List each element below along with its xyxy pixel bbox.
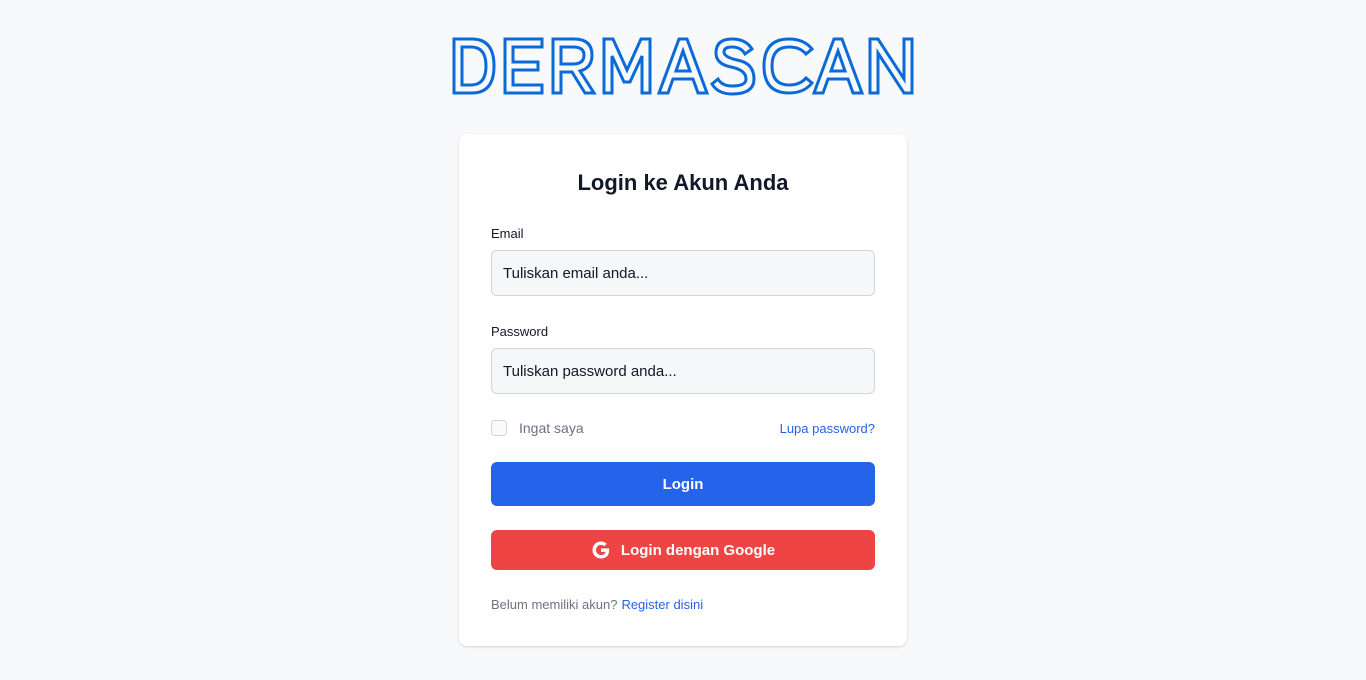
brand-logo: DERMASCAN [452,36,914,96]
login-title: Login ke Akun Anda [577,170,789,195]
password-label: Password [491,324,549,339]
password-input[interactable] [491,348,875,394]
login-card: Login ke Akun Anda Email Password Ingat … [459,134,907,646]
google-icon [591,540,611,560]
register-row: Belum memiliki akun? Register disini [491,597,703,612]
email-input[interactable] [491,250,875,296]
google-login-button[interactable]: Login dengan Google [491,530,875,570]
google-login-label: Login dengan Google [620,541,776,559]
register-link[interactable]: Register disini [621,597,703,612]
login-button-label: Login [662,475,704,493]
remember-me-checkbox[interactable] [491,420,507,436]
forgot-password-link[interactable]: Lupa password? [780,421,875,436]
remember-me: Ingat saya [491,420,584,436]
register-prompt: Belum memiliki akun? [491,597,618,612]
email-label: Email [491,226,524,241]
remember-me-label[interactable]: Ingat saya [519,420,584,436]
login-button[interactable]: Login [491,462,875,506]
